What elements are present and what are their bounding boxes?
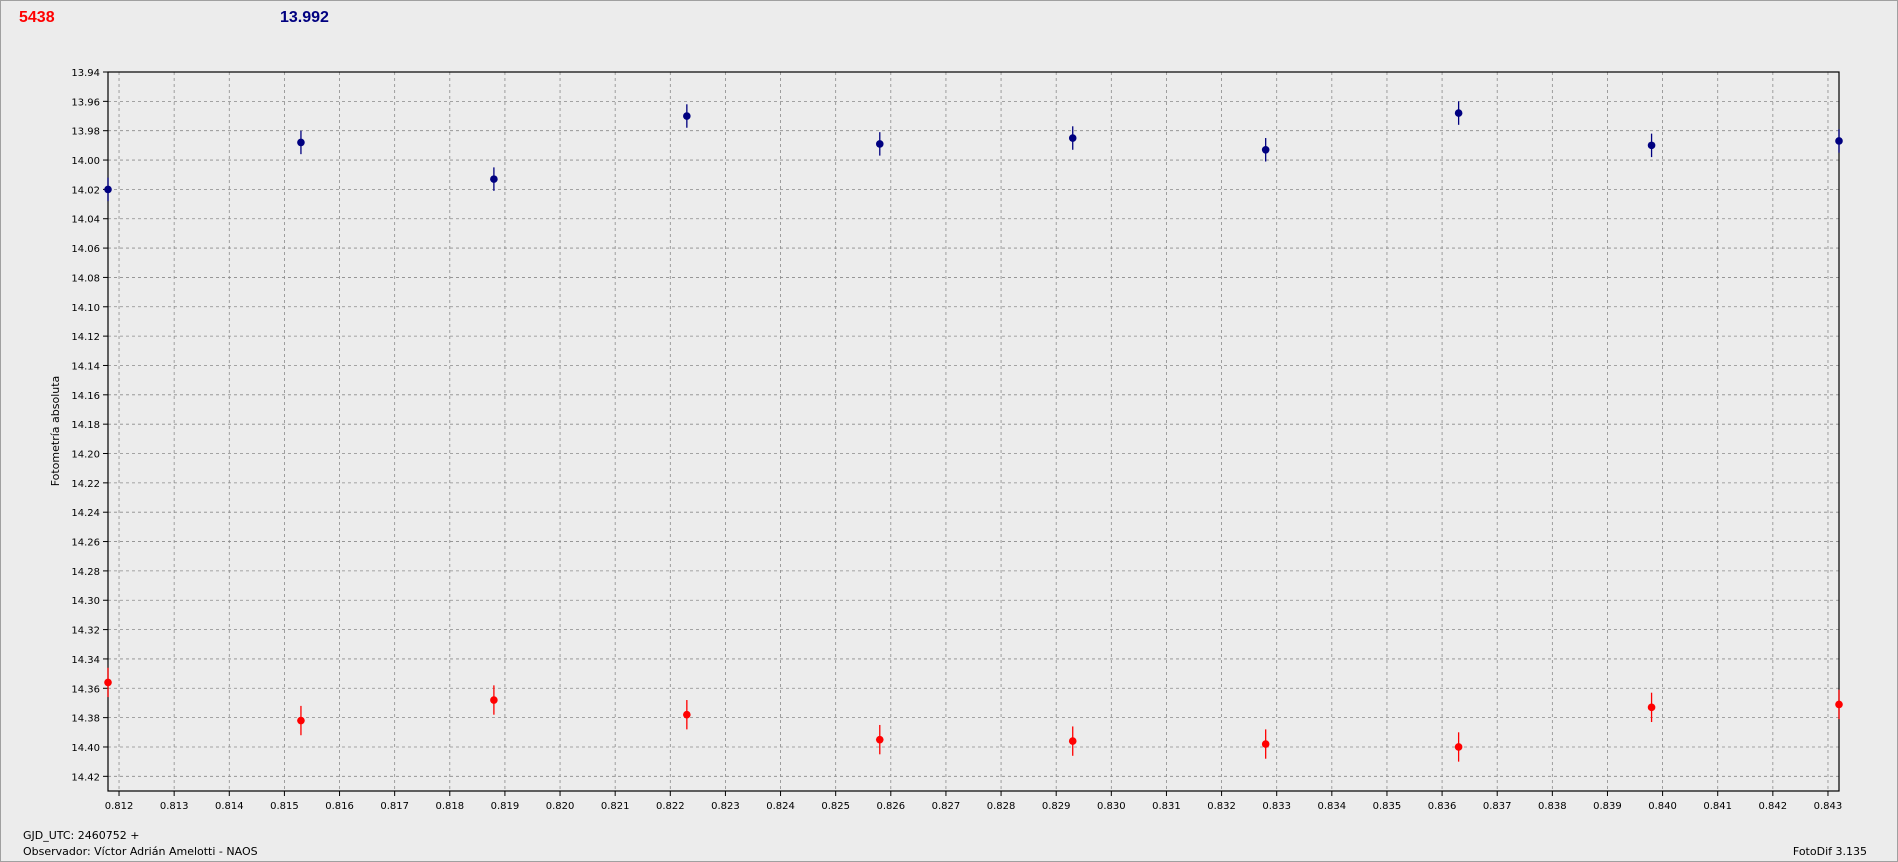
x-tick-label: 0.836 (1428, 801, 1457, 812)
y-tick-label: 14.16 (71, 391, 100, 402)
x-tick-label: 0.819 (491, 801, 520, 812)
x-tick-label: 0.813 (160, 801, 189, 812)
y-tick-label: 14.32 (71, 626, 100, 637)
x-tick-label: 0.843 (1814, 801, 1843, 812)
x-tick-label: 0.842 (1759, 801, 1788, 812)
data-point (1647, 703, 1656, 712)
x-tick-label: 0.825 (821, 801, 850, 812)
x-tick-label: 0.824 (766, 801, 795, 812)
data-point (875, 735, 884, 744)
data-point (490, 175, 498, 183)
data-point (683, 112, 691, 120)
x-tick-label: 0.841 (1703, 801, 1732, 812)
y-tick-label: 14.40 (71, 743, 100, 754)
x-tick-label: 0.831 (1152, 801, 1181, 812)
x-tick-label: 0.818 (435, 801, 464, 812)
y-tick-label: 14.04 (71, 215, 100, 226)
y-tick-label: 13.96 (71, 97, 100, 108)
y-axis-label: Fotometría absoluta (49, 376, 62, 487)
y-tick-label: 14.28 (71, 567, 100, 578)
data-point (1454, 109, 1463, 117)
software-label: FotoDif 3.135 (1792, 845, 1867, 858)
y-tick-label: 14.34 (71, 655, 100, 666)
x-tick-label: 0.837 (1483, 801, 1512, 812)
y-tick-label: 14.26 (71, 538, 100, 549)
y-tick-label: 14.12 (71, 332, 100, 343)
x-tick-label: 0.829 (1042, 801, 1071, 812)
data-point (683, 710, 691, 719)
x-tick-label: 0.823 (711, 801, 740, 812)
x-tick-label: 0.816 (325, 801, 354, 812)
y-tick-label: 14.20 (71, 450, 100, 461)
chart-window: 5438 13.992 0.812 0.813 0.814 0.815 0.816 0.8… (0, 0, 1898, 862)
y-tick-label: 14.42 (71, 772, 100, 783)
x-tick-label: 0.817 (380, 801, 409, 812)
y-tick-label: 14.14 (71, 361, 100, 372)
data-point (1647, 141, 1656, 150)
grid (108, 71, 1839, 791)
plot-background (108, 72, 1839, 791)
x-tick-label: 0.840 (1648, 801, 1677, 812)
data-point (1454, 743, 1463, 751)
data-point (297, 138, 305, 147)
chart-area: 0.812 0.813 0.814 0.815 0.816 0.817 0.818 0.819… (49, 68, 1843, 812)
data-point (875, 140, 884, 148)
data-point (1835, 700, 1843, 709)
x-tick-label: 0.821 (601, 801, 630, 812)
data-point (1261, 145, 1270, 154)
data-point (297, 716, 305, 725)
x-tick-label: 0.839 (1593, 801, 1622, 812)
y-tick-label: 14.24 (71, 508, 100, 519)
y-tick-label: 14.00 (71, 156, 100, 167)
data-point (104, 678, 112, 687)
data-point (490, 696, 498, 704)
x-tick-label: 0.828 (987, 801, 1016, 812)
x-tick-label: 0.834 (1318, 801, 1347, 812)
y-tick-label: 13.94 (71, 68, 100, 79)
y-tick-label: 14.36 (71, 684, 100, 695)
data-point (1068, 134, 1077, 142)
x-tick-label: 0.838 (1538, 801, 1567, 812)
data-point (1068, 737, 1077, 745)
y-tick-label: 13.98 (71, 127, 100, 138)
x-tick-label: 0.830 (1097, 801, 1126, 812)
y-tick-label: 14.38 (71, 714, 100, 725)
y-tick-label: 14.06 (71, 244, 100, 255)
y-tick-label: 14.10 (71, 303, 100, 314)
x-tick-label: 0.812 (105, 801, 134, 812)
x-tick-label: 0.832 (1207, 801, 1236, 812)
x-tick-label: 0.815 (270, 801, 299, 812)
observer-label: Observador: Víctor Adrián Amelotti - NAO… (23, 845, 258, 858)
data-point (1835, 137, 1843, 145)
x-tick-label: 0.833 (1262, 801, 1291, 812)
x-tick-label: 0.822 (656, 801, 685, 812)
y-tick-label: 14.08 (71, 273, 100, 284)
data-point (1261, 740, 1270, 748)
y-tick-label: 14.02 (71, 185, 100, 196)
gjd-label: GJD_UTC: 2460752 + (23, 829, 140, 842)
y-tick-label: 14.22 (71, 479, 100, 490)
y-tick-label: 14.18 (71, 420, 100, 431)
y-tick-label: 14.30 (71, 596, 100, 607)
x-tick-label: 0.835 (1373, 801, 1402, 812)
data-point (104, 185, 112, 194)
x-tick-label: 0.820 (546, 801, 575, 812)
x-tick-label: 0.827 (932, 801, 961, 812)
x-tick-label: 0.826 (876, 801, 905, 812)
x-tick-label: 0.814 (215, 801, 244, 812)
